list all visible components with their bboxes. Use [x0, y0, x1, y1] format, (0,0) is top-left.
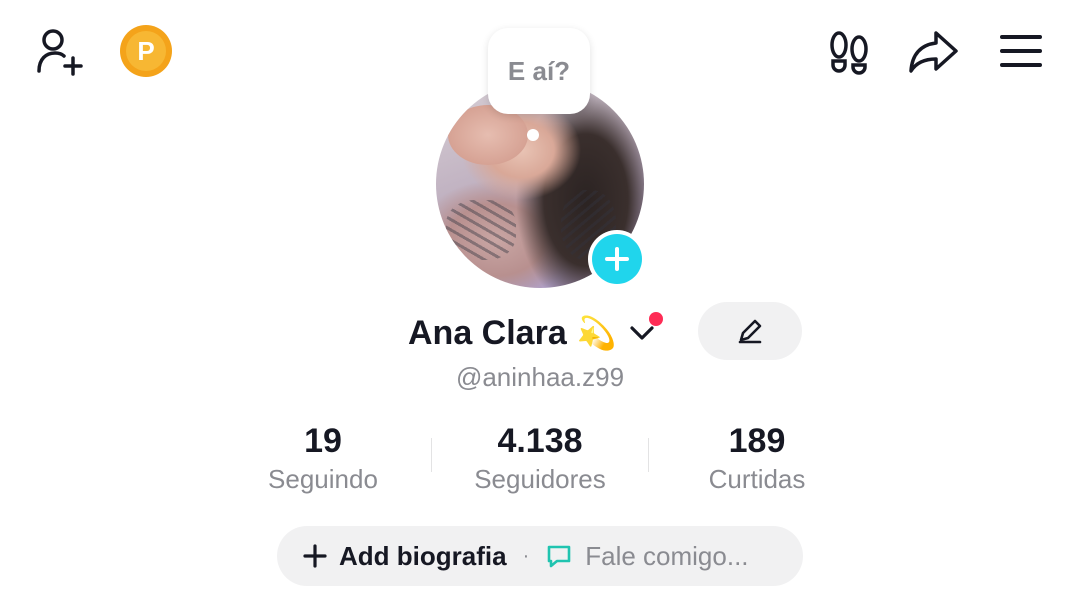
share-icon — [909, 31, 958, 73]
plus-icon — [303, 544, 327, 568]
menu-icon — [1000, 35, 1042, 67]
share-profile-button[interactable] — [904, 22, 962, 80]
stat-following[interactable]: 19 Seguindo — [213, 420, 433, 496]
coin-p-icon: P — [120, 25, 172, 77]
stat-likes[interactable]: 189 Curtidas — [647, 420, 867, 496]
status-bubble[interactable]: E aí? — [488, 28, 590, 114]
stat-value: 189 — [728, 422, 786, 460]
notification-dot — [648, 312, 663, 326]
coin-letter: P — [137, 36, 154, 66]
display-name: Ana Clara — [408, 313, 567, 352]
stat-label: Seguidores — [474, 464, 606, 494]
avatar-photo-detail — [446, 200, 516, 260]
chevron-down-icon — [629, 326, 654, 340]
username: @aninhaa.z99 — [455, 362, 625, 392]
add-bio-button[interactable]: Add biografia — [339, 541, 507, 572]
stat-value: 19 — [304, 422, 342, 460]
stat-label: Seguindo — [268, 464, 378, 494]
profile-views-button[interactable] — [822, 22, 876, 80]
status-bubble-text: E aí? — [507, 55, 571, 86]
menu-button[interactable] — [994, 22, 1048, 80]
stat-value: 4.138 — [497, 422, 583, 460]
chat-bubble-icon — [547, 545, 571, 568]
footprints-icon — [830, 31, 868, 75]
name-row: Ana Clara 💫 — [408, 305, 663, 361]
stat-followers[interactable]: 4.138 Seguidores — [430, 420, 650, 496]
add-friend-button[interactable] — [30, 22, 88, 80]
bio-separator: · — [522, 544, 530, 567]
add-story-button[interactable] — [588, 230, 646, 288]
message-me-button[interactable]: Fale comigo... — [585, 541, 748, 572]
account-switcher[interactable] — [627, 312, 663, 348]
edit-profile-button[interactable] — [698, 302, 802, 360]
add-story-circle — [592, 234, 642, 284]
name-emoji: 💫 — [576, 315, 617, 351]
stat-label: Curtidas — [708, 464, 806, 494]
plus-icon — [605, 247, 629, 271]
coin-button[interactable]: P — [119, 24, 173, 78]
avatar-photo-detail — [448, 105, 528, 165]
bio-pill: Add biografia · Fale comigo... — [277, 526, 803, 586]
status-bubble-tail — [527, 129, 539, 141]
add-friend-icon — [37, 29, 83, 76]
pencil-icon — [738, 319, 762, 344]
